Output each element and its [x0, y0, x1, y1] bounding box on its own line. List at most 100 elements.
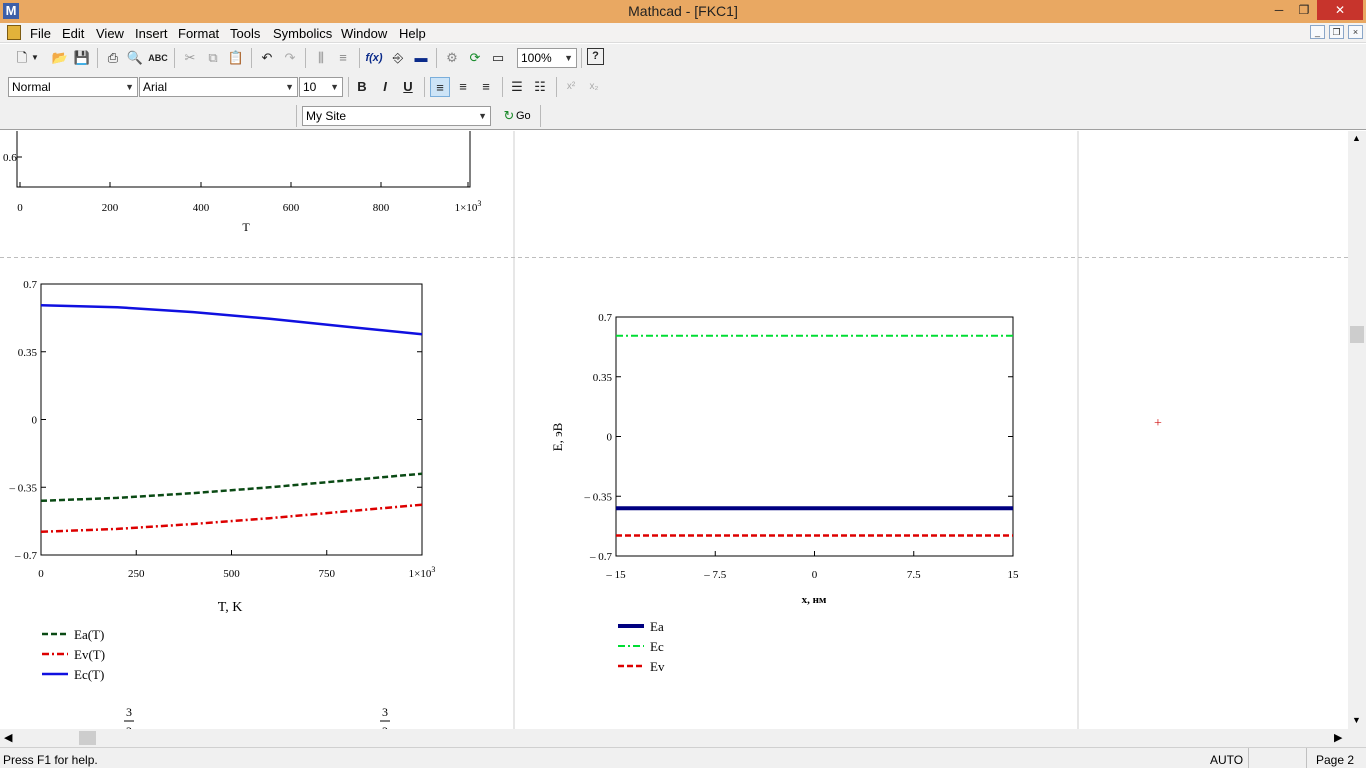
y-tick-label: 0.6: [3, 152, 17, 164]
menu-edit[interactable]: Edit: [62, 26, 84, 41]
chevron-down-icon: ▼: [125, 82, 134, 92]
align-across-icon[interactable]: ⫼: [311, 48, 331, 68]
open-folder-icon[interactable]: 📂: [50, 48, 70, 68]
x-tick-label: – 15: [605, 569, 626, 581]
calculate-icon[interactable]: ▬: [411, 48, 431, 68]
redo-icon[interactable]: ↷: [280, 48, 300, 68]
font-size-select[interactable]: 10 ▼: [299, 77, 343, 97]
style-select[interactable]: Normal ▼: [8, 77, 138, 97]
font-size-value: 10: [303, 80, 317, 94]
scroll-right-icon[interactable]: ▶: [1334, 731, 1342, 744]
align-center-icon[interactable]: ≡: [453, 77, 473, 97]
restore-button[interactable]: ❐: [1289, 0, 1319, 20]
vertical-scrollbar[interactable]: ▲ ▼: [1348, 131, 1366, 729]
undo-icon[interactable]: ↶: [257, 48, 277, 68]
menu-symbolics[interactable]: Symbolics: [273, 26, 332, 41]
chevron-down-icon: ▼: [478, 111, 487, 121]
paste-icon[interactable]: 📋: [226, 48, 246, 68]
menu-tools[interactable]: Tools: [230, 26, 260, 41]
legend-label: Ea(T): [74, 627, 104, 642]
align-down-icon[interactable]: ≡: [333, 48, 353, 68]
window-icon[interactable]: ▭: [488, 48, 508, 68]
insert-unit-icon[interactable]: ⎆: [388, 48, 408, 68]
style-value: Normal: [12, 80, 51, 94]
insertion-cursor-icon[interactable]: +: [1154, 416, 1162, 431]
scroll-up-icon[interactable]: ▲: [1352, 133, 1361, 143]
x-tick-label: 750: [319, 568, 336, 580]
italic-button[interactable]: I: [375, 77, 395, 97]
plot-3[interactable]: – 15 – 7.5 0 7.5 15 0.7 0.35 0 – 0.35 – 0.7 x, нм…: [550, 312, 1019, 674]
standard-toolbar: 🗋 ▼ 📂 💾 ⎙ 🔍 ABC ✂ ⧉ 📋 ↶ ↷ ⫼ ≡ f(x) ⎆ ▬ ⚙…: [0, 44, 1366, 72]
plot-3-frame: [615, 316, 1014, 557]
numbered-list-icon[interactable]: ☷: [530, 77, 550, 97]
print-icon[interactable]: ⎙: [103, 48, 123, 68]
align-right-icon[interactable]: ≡: [476, 77, 496, 97]
menu-help[interactable]: Help: [399, 26, 426, 41]
fraction: 3 2: [380, 705, 390, 729]
insert-component-icon[interactable]: ⚙: [442, 48, 462, 68]
cut-icon[interactable]: ✂: [180, 48, 200, 68]
plot-2[interactable]: 0 250 500 750 1×1030.70.350– 0.35– 0.7 T, K …: [9, 279, 436, 682]
site-select[interactable]: My Site ▼: [302, 106, 491, 126]
menu-insert[interactable]: Insert: [135, 26, 168, 41]
zoom-select[interactable]: 100% ▼: [517, 48, 577, 68]
help-icon[interactable]: ?: [587, 48, 604, 65]
x-tick-exponent: 3: [477, 199, 481, 208]
legend-label: Ev: [650, 659, 665, 674]
x-tick-label: 500: [223, 568, 240, 580]
y-axis-label: E, эВ: [550, 422, 565, 451]
scroll-down-icon[interactable]: ▼: [1352, 715, 1361, 725]
x-tick-label: 0: [17, 202, 23, 214]
y-tick-label: 0.7: [23, 279, 37, 291]
menu-view[interactable]: View: [96, 26, 124, 41]
title-bar: M Mathcad - [FKC1] ─ ❐ ✕: [0, 0, 1366, 23]
resources-icon[interactable]: ⟳: [465, 48, 485, 68]
y-tick-label: – 0.7: [589, 551, 613, 563]
status-help-text: Press F1 for help.: [3, 753, 98, 767]
fraction-numerator: 3: [382, 705, 388, 719]
menu-file[interactable]: File: [30, 26, 51, 41]
y-tick-label: 0.7: [598, 312, 612, 324]
y-tick-label: 0.35: [18, 347, 38, 359]
mdi-minimize-button[interactable]: _: [1310, 25, 1325, 39]
y-tick-label: 0.35: [593, 372, 613, 384]
document-icon[interactable]: [7, 25, 21, 40]
copy-icon[interactable]: ⧉: [203, 48, 223, 68]
subscript-icon[interactable]: x₂: [584, 77, 604, 97]
x-tick-label: 7.5: [907, 569, 921, 581]
plot-1[interactable]: 0.6 0 200 400 600 800 1×103 T: [3, 131, 481, 234]
x-axis-label: T, K: [218, 600, 243, 615]
vertical-scroll-thumb[interactable]: [1350, 326, 1364, 343]
series-line-ect: [40, 304, 423, 336]
menu-window[interactable]: Window: [341, 26, 387, 41]
menu-format[interactable]: Format: [178, 26, 219, 41]
web-toolbar: My Site ▼ ↻ Go: [0, 102, 1366, 130]
bold-button[interactable]: B: [352, 77, 372, 97]
superscript-icon[interactable]: x²: [561, 77, 581, 97]
bullet-list-icon[interactable]: ☰: [507, 77, 527, 97]
site-value: My Site: [306, 109, 347, 123]
print-preview-icon[interactable]: 🔍: [125, 48, 145, 68]
status-page: Page 2: [1316, 753, 1355, 767]
go-button[interactable]: Go: [516, 110, 531, 122]
align-left-icon[interactable]: ≡: [430, 77, 450, 97]
status-divider: [1306, 748, 1307, 768]
legend-label: Ea: [650, 619, 664, 634]
horizontal-scrollbar[interactable]: ◀ ▶: [0, 729, 1348, 747]
insert-function-icon[interactable]: f(x): [364, 48, 384, 68]
scroll-left-icon[interactable]: ◀: [4, 731, 12, 744]
status-calc-mode: AUTO: [1210, 753, 1244, 767]
horizontal-scroll-thumb[interactable]: [79, 731, 96, 745]
status-bar: Press F1 for help. AUTO Page 2: [0, 747, 1366, 768]
close-button[interactable]: ✕: [1317, 0, 1363, 20]
zoom-value: 100%: [521, 51, 552, 65]
save-icon[interactable]: 💾: [72, 48, 92, 68]
new-dropdown-icon[interactable]: ▼: [29, 48, 41, 68]
plot-1-frame: [16, 131, 471, 188]
font-select[interactable]: Arial ▼: [139, 77, 298, 97]
worksheet[interactable]: 0.6 0 200 400 600 800 1×103 T 0 250 500 750 1×103…: [0, 131, 1348, 729]
spell-check-icon[interactable]: ABC: [148, 48, 168, 68]
underline-button[interactable]: U: [398, 77, 418, 97]
mdi-close-button[interactable]: ×: [1348, 25, 1363, 39]
mdi-restore-button[interactable]: ❐: [1329, 25, 1344, 39]
